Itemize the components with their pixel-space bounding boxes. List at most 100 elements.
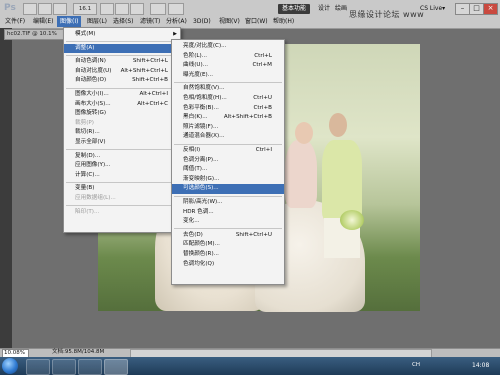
menu-image[interactable]: 图像(I) xyxy=(57,16,82,27)
adjust-menu-item-shortcut: Ctrl+M xyxy=(252,62,272,69)
menu-view[interactable]: 视图(V) xyxy=(216,16,243,27)
adjust-menu-item-label: 去色(D) xyxy=(183,231,203,238)
zoom-level-select[interactable]: 16.1 xyxy=(73,3,97,15)
image-menu-item-label: 自动对比度(U) xyxy=(75,67,112,74)
menu-window[interactable]: 窗口(W) xyxy=(242,16,271,27)
taskbar-ie-icon[interactable] xyxy=(26,359,50,375)
photo-bride-head xyxy=(295,122,313,144)
image-menu-item[interactable]: 计算(C)... xyxy=(64,171,180,181)
menu-analysis[interactable]: 分析(A) xyxy=(163,16,190,27)
taskbar-media-icon[interactable] xyxy=(78,359,102,375)
hand-tool-button[interactable] xyxy=(100,3,114,15)
image-menu-item[interactable]: 显示全部(V) xyxy=(64,138,180,148)
image-menu-item-label: 复制(D)... xyxy=(75,152,101,159)
workspace-design-link[interactable]: 设计 xyxy=(318,4,330,14)
image-menu-item[interactable]: 自动色调(N) Shift+Ctrl+L xyxy=(64,57,180,67)
menu-filter[interactable]: 滤镜(T) xyxy=(137,16,163,27)
image-menu-item-shortcut: Shift+Ctrl+B xyxy=(132,77,168,84)
workspace-painting-link[interactable]: 绘画 xyxy=(335,4,347,14)
adjust-menu-item[interactable]: 匹配颜色(M)... xyxy=(172,240,284,250)
image-menu-item[interactable]: 裁切(R)... xyxy=(64,128,180,138)
guides-button[interactable] xyxy=(53,3,67,15)
bridge-button[interactable] xyxy=(23,3,37,15)
adjust-menu-item[interactable]: 色相/饱和度(H)... Ctrl+U xyxy=(172,94,284,104)
menu-help[interactable]: 帮助(H) xyxy=(270,16,297,27)
image-menu-item-shortcut: Alt+Shift+Ctrl+L xyxy=(120,67,168,74)
adjust-menu-item[interactable]: 色彩平衡(B)... Ctrl+B xyxy=(172,104,284,114)
image-menu-item[interactable]: 模式(M) ▶ xyxy=(64,30,180,40)
image-menu-separator xyxy=(66,181,178,183)
adjust-menu-item[interactable]: 变化... xyxy=(172,217,284,227)
adjust-menu-item[interactable]: 曲线(U)... Ctrl+M xyxy=(172,61,284,71)
adjust-menu-item[interactable]: 通道混合器(X)... xyxy=(172,132,284,142)
taskbar-photoshop-icon[interactable] xyxy=(104,359,128,375)
minimize-button[interactable]: – xyxy=(455,3,470,15)
zoom-tool-button[interactable] xyxy=(115,3,129,15)
cs-live-button[interactable]: CS Live▾ xyxy=(420,4,445,14)
taskbar-explorer-icon[interactable] xyxy=(52,359,76,375)
adjust-menu-item-label: HDR 色调... xyxy=(183,208,214,215)
language-indicator[interactable]: CH xyxy=(412,362,420,368)
adjust-menu-item-shortcut: Ctrl+I xyxy=(255,147,272,153)
image-menu-separator xyxy=(66,41,178,43)
adjust-menu-item[interactable]: 黑白(K)... Alt+Shift+Ctrl+B xyxy=(172,113,284,123)
adjust-menu-item[interactable]: 可选颜色(S)... xyxy=(172,184,284,194)
image-menu-item-label: 图像大小(I)... xyxy=(75,91,109,97)
arrange-documents-button[interactable] xyxy=(150,3,166,15)
screen-mode-button[interactable] xyxy=(168,3,184,15)
adjust-menu-item-label: 通道混合器(X)... xyxy=(183,133,225,140)
menu-edit[interactable]: 编辑(E) xyxy=(30,16,56,27)
image-menu-item-label: 画布大小(S)... xyxy=(75,100,111,107)
image-menu-item[interactable]: 应用图像(Y)... xyxy=(64,161,180,171)
menu-layer[interactable]: 图层(L) xyxy=(84,16,110,27)
adjust-menu-item[interactable]: 色调均化(Q) xyxy=(172,260,284,270)
image-menu-item[interactable]: 调整(A)▶ xyxy=(64,43,180,54)
adjust-menu-item-label: 匹配颜色(M)... xyxy=(183,241,220,248)
image-menu-item[interactable]: 画布大小(S)... Alt+Ctrl+C xyxy=(64,100,180,110)
mini-bridge-button[interactable] xyxy=(38,3,52,15)
photo-bouquet xyxy=(340,210,364,230)
rotate-view-button[interactable] xyxy=(130,3,144,15)
document-tab[interactable]: hc02.TIF @ 10.1% xyxy=(4,29,66,40)
adjust-menu-item[interactable]: 自然饱和度(V)... xyxy=(172,84,284,94)
adjust-menu-item[interactable]: 渐变映射(G)... xyxy=(172,175,284,185)
image-menu-item[interactable]: 自动颜色(O) Shift+Ctrl+B xyxy=(64,76,180,86)
adjust-menu-item-shortcut: Ctrl+B xyxy=(253,104,272,111)
menu-select[interactable]: 选择(S) xyxy=(110,16,137,27)
adjust-menu-item[interactable]: 替换颜色(R)... xyxy=(172,250,284,260)
adjust-menu-item[interactable]: 阴影/高光(W)... xyxy=(172,198,284,208)
image-menu-item[interactable]: 自动对比度(U) Alt+Shift+Ctrl+L xyxy=(64,67,180,77)
image-menu-separator xyxy=(66,54,178,56)
image-menu-item-label: 图像旋转(G) xyxy=(75,110,107,117)
image-menu-item[interactable]: 变量(B)▶ xyxy=(64,184,180,194)
taskbar-clock[interactable]: 14:08 xyxy=(472,360,489,372)
adjust-menu-item[interactable]: 照片滤镜(F)... xyxy=(172,123,284,133)
image-menu-item[interactable]: 图像旋转(G)▶ xyxy=(64,109,180,119)
start-orb-icon[interactable] xyxy=(2,358,18,374)
adjust-menu-item[interactable]: 色阶(L)... Ctrl+L xyxy=(172,52,284,62)
adjust-menu-item-label: 反相(I) xyxy=(183,147,201,153)
adjust-menu-item[interactable]: 阈值(T)... xyxy=(172,165,284,175)
adjust-menu-item[interactable]: 曝光度(E)... xyxy=(172,71,284,81)
image-menu-item-label: 显示全部(V) xyxy=(75,139,106,145)
document-size[interactable]: 文档:95.8M/104.8M xyxy=(52,348,104,357)
adjust-menu-item[interactable]: 亮度/对比度(C)... xyxy=(172,42,284,52)
adjust-menu-item-label: 色彩平衡(B)... xyxy=(183,104,219,111)
workspace-essentials-button[interactable]: 基本功能 xyxy=(278,4,310,14)
tools-panel[interactable] xyxy=(0,28,12,348)
adjust-menu-item-shortcut: Alt+Shift+Ctrl+B xyxy=(223,114,272,121)
adjust-menu-item[interactable]: HDR 色调... xyxy=(172,208,284,218)
adjust-menu-item-label: 可选颜色(S)... xyxy=(183,185,219,192)
photo-groom xyxy=(322,140,362,220)
close-button[interactable]: × xyxy=(483,3,498,15)
menu-file[interactable]: 文件(F) xyxy=(2,16,28,27)
maximize-button[interactable]: □ xyxy=(469,3,484,15)
adjust-menu-item[interactable]: 去色(D) Shift+Ctrl+U xyxy=(172,231,284,241)
adjust-menu-item-label: 曲线(U)... xyxy=(183,62,208,69)
adjust-menu-item-label: 替换颜色(R)... xyxy=(183,251,219,257)
adjust-menu-item[interactable]: 色调分离(P)... xyxy=(172,156,284,166)
menu-3d[interactable]: 3D(D) xyxy=(190,16,214,27)
adjust-menu-item[interactable]: 反相(I) Ctrl+I xyxy=(172,146,284,156)
image-menu-item[interactable]: 图像大小(I)... Alt+Ctrl+I xyxy=(64,90,180,100)
image-menu-item[interactable]: 复制(D)... xyxy=(64,152,180,162)
